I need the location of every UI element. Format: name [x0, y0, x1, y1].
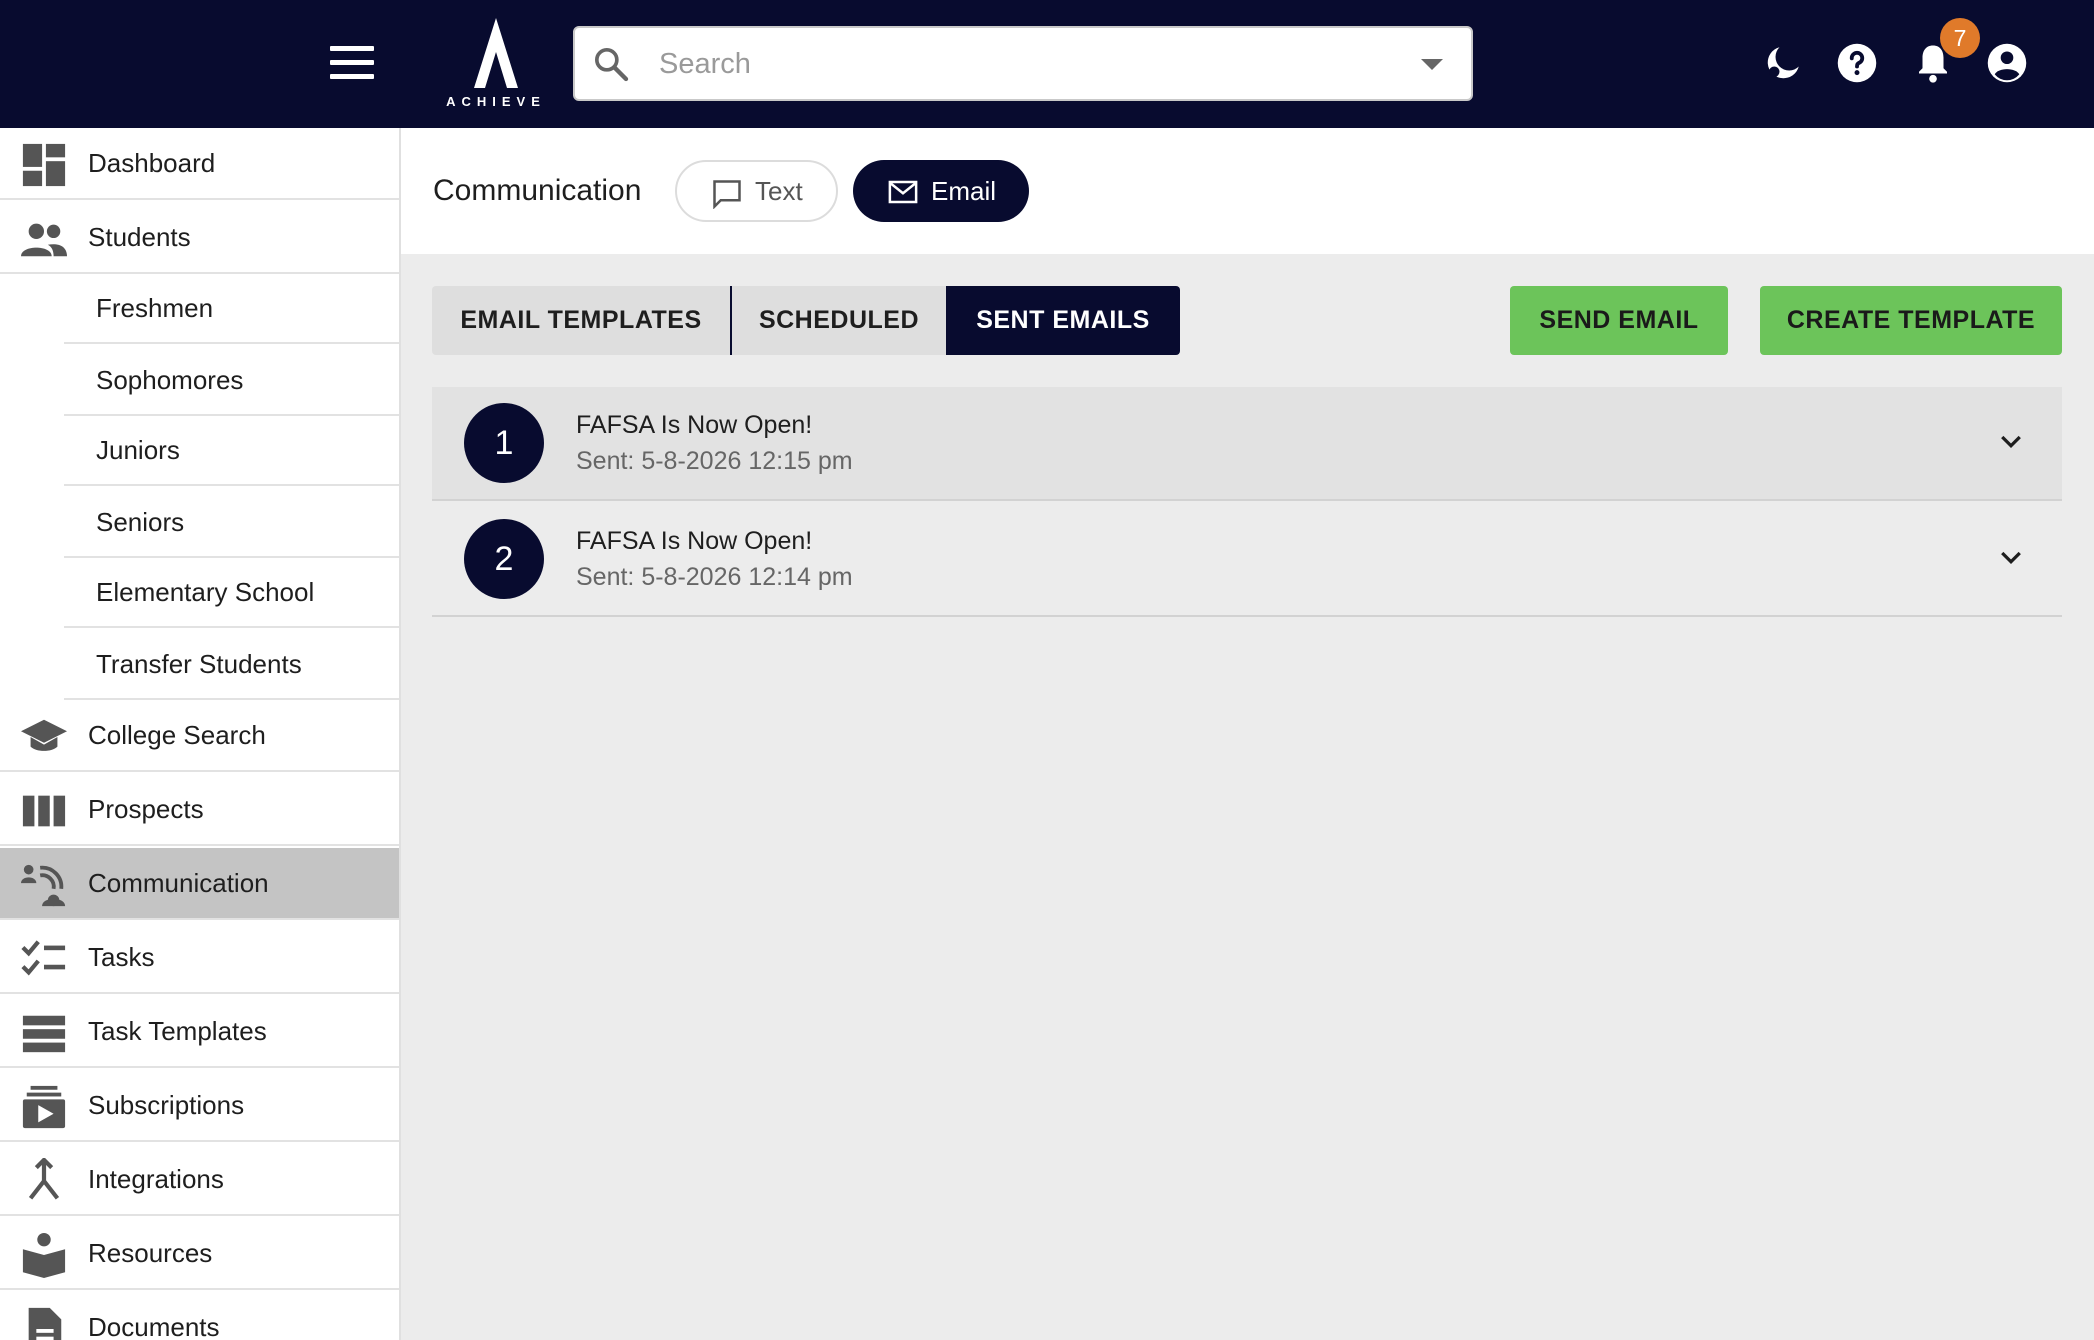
email-list-item[interactable]: 2 FAFSA Is Now Open! Sent: 5-8-2026 12:1…	[432, 503, 2062, 617]
sidebar-subitem-label: Transfer Students	[96, 648, 302, 679]
send-email-button[interactable]: SEND EMAIL	[1510, 286, 1728, 355]
page-header: Communication Text Email	[401, 128, 2094, 254]
search-icon	[595, 48, 629, 82]
notification-badge: 7	[1940, 18, 1980, 58]
sidebar-item-label: Dashboard	[88, 147, 216, 178]
sidebar: Dashboard Students Freshmen Sophomores J…	[0, 128, 401, 1340]
chevron-down-icon[interactable]	[1996, 543, 2026, 573]
sidebar-item-label: Documents	[88, 1311, 220, 1340]
chevron-down-icon[interactable]	[1996, 427, 2026, 457]
sidebar-subitem-label: Sophomores	[96, 364, 244, 395]
reader-icon	[22, 1232, 66, 1278]
email-mode-label: Email	[931, 175, 997, 206]
help-icon[interactable]	[1836, 42, 1878, 84]
sidebar-subitem-transfer-students[interactable]: Transfer Students	[64, 630, 399, 700]
sidebar-item-prospects[interactable]: Prospects	[0, 774, 399, 846]
sidebar-item-subscriptions[interactable]: Subscriptions	[0, 1070, 399, 1142]
people-icon	[21, 223, 67, 257]
account-icon[interactable]	[1986, 42, 2028, 84]
achieve-logo[interactable]: ACHIEVE	[446, 18, 546, 114]
dark-mode-icon[interactable]	[1762, 42, 1804, 84]
search-dropdown-icon[interactable]	[1421, 59, 1443, 70]
sidebar-item-documents[interactable]: Documents	[0, 1292, 399, 1340]
list-bars-icon	[22, 1015, 66, 1053]
email-sent-time: Sent: 5-8-2026 12:15 pm	[576, 447, 853, 475]
mail-icon	[888, 180, 918, 204]
sidebar-item-label: Resources	[88, 1237, 213, 1268]
sidebar-item-communication[interactable]: Communication	[0, 848, 399, 920]
sidebar-item-label: Integrations	[88, 1163, 224, 1194]
sidebar-subitem-elementary-school[interactable]: Elementary School	[64, 558, 399, 628]
text-mode-button[interactable]: Text	[675, 160, 838, 222]
email-index-avatar: 1	[464, 403, 544, 483]
sidebar-subitem-label: Juniors	[96, 434, 180, 465]
sidebar-item-integrations[interactable]: Integrations	[0, 1144, 399, 1216]
dashboard-icon	[22, 143, 66, 187]
sidebar-subitem-label: Freshmen	[96, 292, 214, 323]
email-subject: FAFSA Is Now Open!	[576, 411, 813, 439]
chat-bubble-icon	[713, 180, 741, 209]
sidebar-subitem-label: Elementary School	[96, 576, 315, 607]
sidebar-item-label: Subscriptions	[88, 1089, 245, 1120]
graduation-cap-icon	[21, 719, 67, 751]
page-title: Communication	[433, 174, 642, 207]
search-input[interactable]	[659, 44, 1359, 84]
sidebar-subitem-freshmen[interactable]: Freshmen	[64, 274, 399, 344]
email-mode-button[interactable]: Email	[853, 160, 1029, 222]
sidebar-item-label: Students	[88, 221, 191, 252]
tab-scheduled[interactable]: SCHEDULED	[732, 286, 946, 355]
sidebar-item-label: Task Templates	[88, 1015, 267, 1046]
sidebar-item-resources[interactable]: Resources	[0, 1218, 399, 1290]
search-bar[interactable]	[573, 26, 1473, 101]
menu-icon[interactable]	[330, 46, 376, 82]
text-mode-label: Text	[755, 175, 803, 206]
subscriptions-icon	[22, 1085, 66, 1129]
sidebar-item-college-search[interactable]: College Search	[0, 700, 399, 772]
merge-icon	[28, 1158, 60, 1200]
logo-text: ACHIEVE	[446, 94, 546, 109]
sidebar-subitem-sophomores[interactable]: Sophomores	[64, 346, 399, 416]
create-template-button[interactable]: CREATE TEMPLATE	[1760, 286, 2062, 355]
top-app-bar: ACHIEVE 7	[0, 0, 2094, 128]
email-list-item[interactable]: 1 FAFSA Is Now Open! Sent: 5-8-2026 12:1…	[432, 387, 2062, 501]
email-subject: FAFSA Is Now Open!	[576, 527, 813, 555]
sidebar-item-dashboard[interactable]: Dashboard	[0, 128, 399, 200]
sidebar-subitem-label: Seniors	[96, 506, 185, 537]
sidebar-subitem-juniors[interactable]: Juniors	[64, 416, 399, 486]
sidebar-item-tasks[interactable]: Tasks	[0, 922, 399, 994]
communication-icon	[21, 864, 66, 907]
sidebar-item-label: Communication	[88, 867, 269, 898]
tab-sent-emails[interactable]: SENT EMAILS	[946, 286, 1180, 355]
sidebar-item-task-templates[interactable]: Task Templates	[0, 996, 399, 1068]
sidebar-item-label: College Search	[88, 719, 266, 750]
email-tabs: EMAIL TEMPLATES SCHEDULED SENT EMAILS	[432, 286, 1180, 355]
logo-mark-icon	[474, 18, 518, 88]
sidebar-item-label: Tasks	[88, 941, 155, 972]
sidebar-item-label: Prospects	[88, 793, 204, 824]
tab-email-templates[interactable]: EMAIL TEMPLATES	[432, 286, 732, 355]
email-index-avatar: 2	[464, 519, 544, 599]
columns-icon	[22, 795, 66, 827]
sidebar-subitem-seniors[interactable]: Seniors	[64, 488, 399, 558]
email-sent-time: Sent: 5-8-2026 12:14 pm	[576, 563, 853, 591]
checklist-icon	[21, 940, 66, 976]
document-icon	[28, 1307, 62, 1340]
sidebar-item-students[interactable]: Students	[0, 202, 399, 274]
